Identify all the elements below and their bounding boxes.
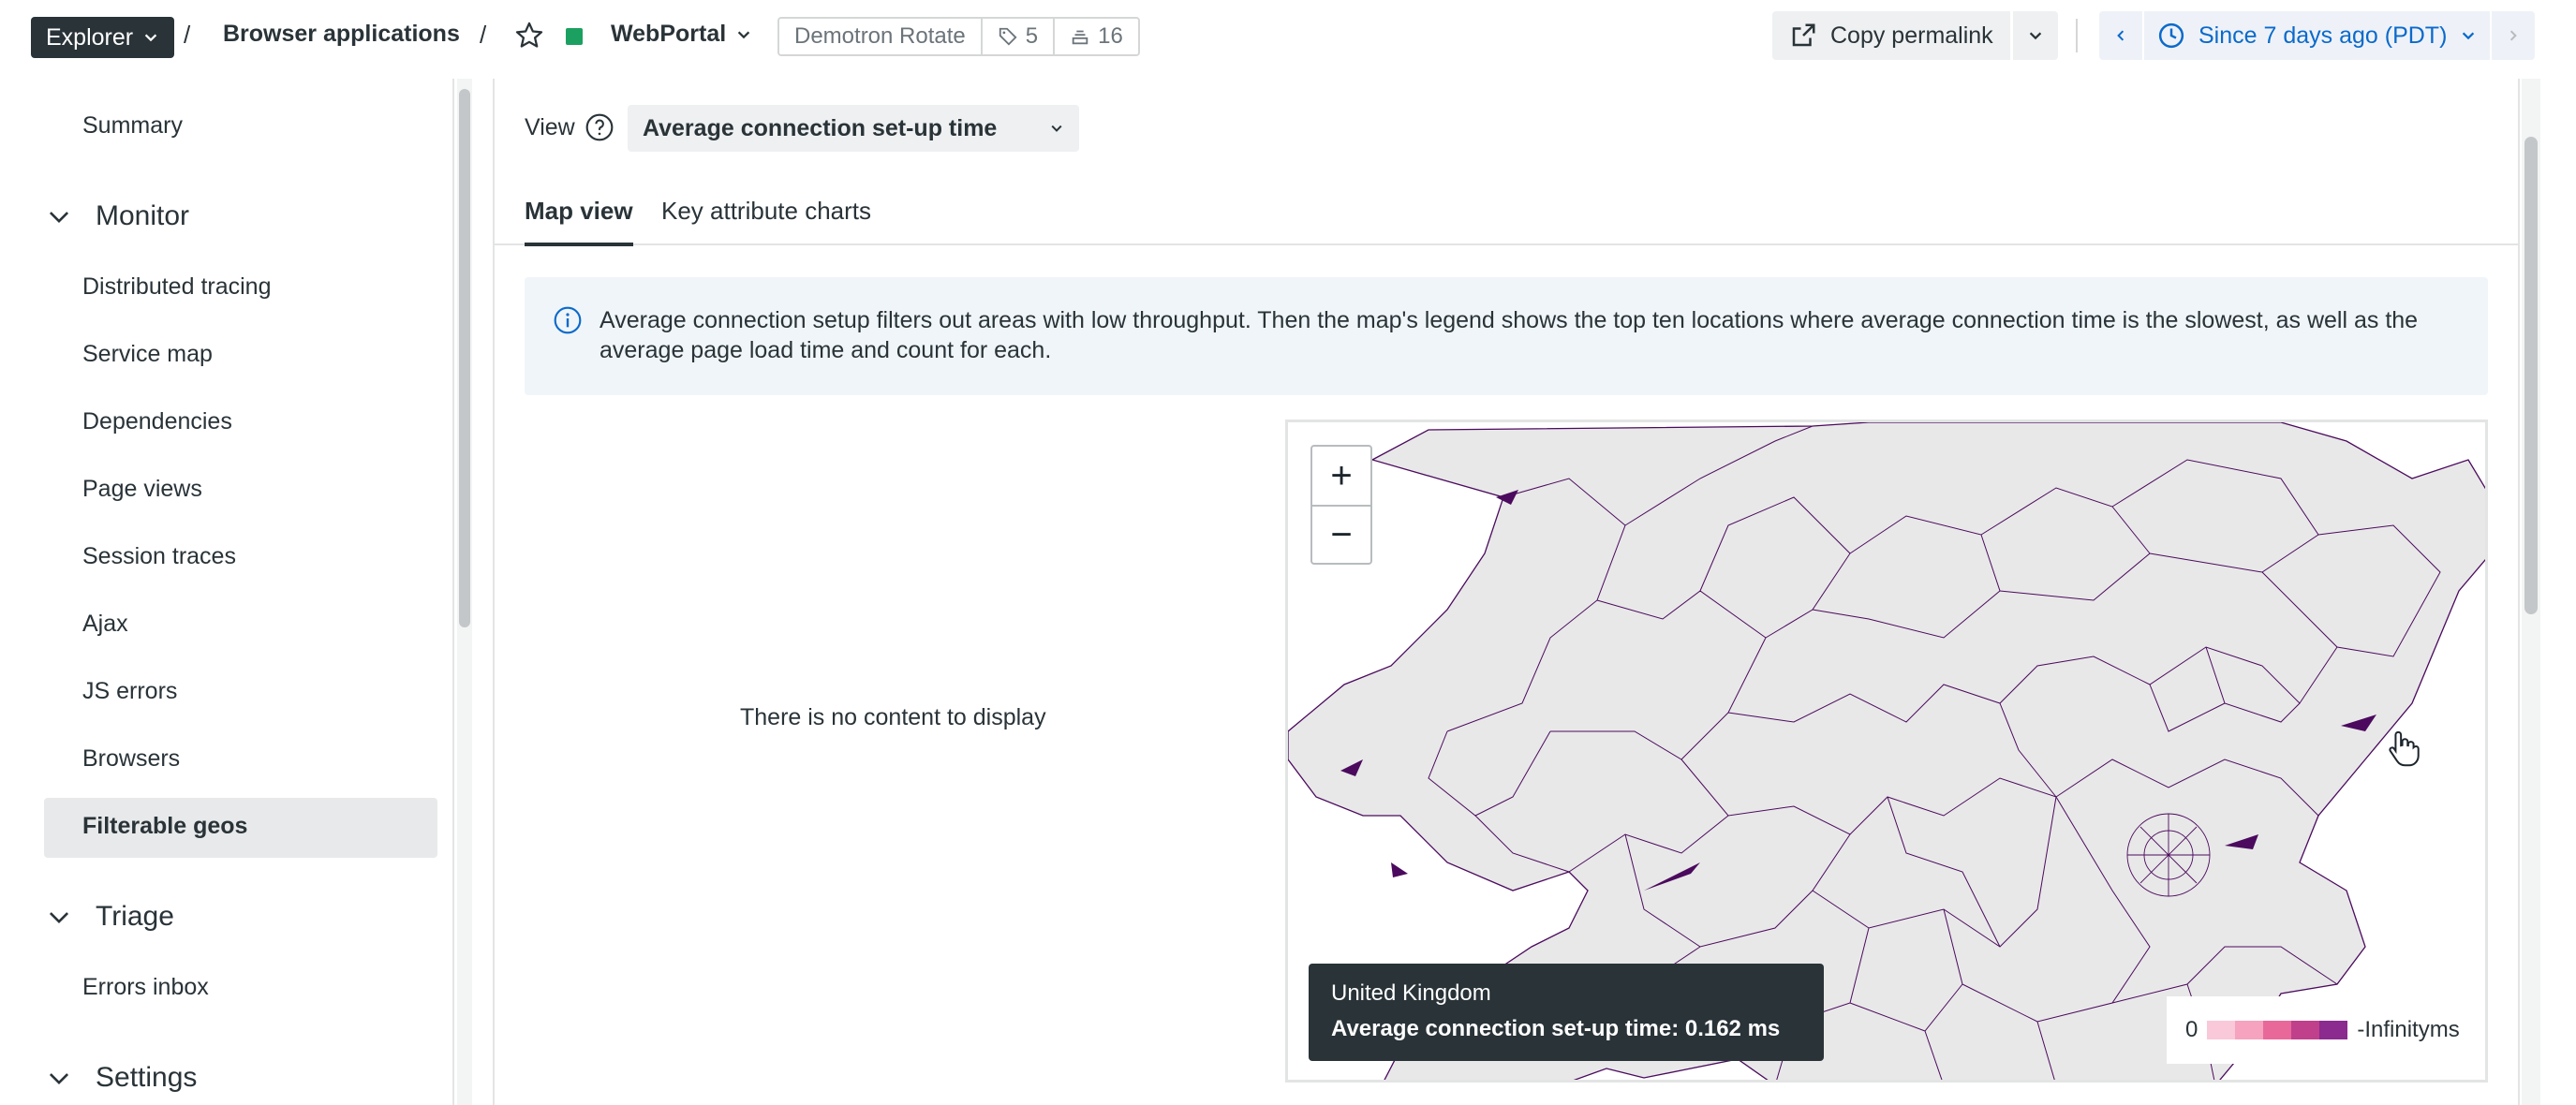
tab-key-attribute-charts[interactable]: Key attribute charts xyxy=(661,197,871,243)
sidebar-nav: Summary Monitor Distributed tracing Serv… xyxy=(28,79,454,1105)
info-icon xyxy=(554,306,582,334)
tag-segment[interactable]: Demotron Rotate xyxy=(779,19,981,54)
sidebar-item-summary[interactable]: Summary xyxy=(82,112,183,140)
chevron-down-icon xyxy=(737,31,750,38)
view-label: View xyxy=(525,113,575,140)
info-text: Average connection setup filters out are… xyxy=(600,307,2419,363)
view-select[interactable]: Average connection set-up time xyxy=(628,105,1079,152)
sidebar-item-filterable-geos[interactable]: Filterable geos xyxy=(82,813,247,840)
london-cluster xyxy=(2126,813,2211,897)
entity-meta-pill: Demotron Rotate 5 16 xyxy=(777,17,1140,56)
legend-swatch xyxy=(2291,1021,2320,1039)
chevron-down-icon xyxy=(2463,32,2475,40)
zoom-out-button[interactable]: − xyxy=(1312,505,1370,563)
app-status-indicator xyxy=(566,28,583,45)
view-select-value: Average connection set-up time xyxy=(643,114,998,141)
group-label: Triage xyxy=(96,901,174,932)
tags-segment[interactable]: 5 xyxy=(980,19,1053,54)
app-name: WebPortal xyxy=(611,21,727,47)
group-label: Monitor xyxy=(96,200,190,231)
chevron-down-icon xyxy=(49,1073,69,1085)
time-next-button[interactable] xyxy=(2492,11,2535,60)
permalink-group: Copy permalink xyxy=(1772,11,2058,60)
top-bar: Explorer / Browser applications / WebPor… xyxy=(0,0,2576,69)
empty-state-message: There is no content to display xyxy=(740,704,1046,730)
entities-segment[interactable]: 16 xyxy=(1053,19,1138,54)
zoom-in-button[interactable]: + xyxy=(1312,447,1370,505)
breadcrumb-browser-applications[interactable]: Browser applications xyxy=(223,21,460,48)
chevron-down-icon xyxy=(2029,32,2041,40)
sidebar-item-session-traces[interactable]: Session traces xyxy=(82,543,236,570)
tags-count: 5 xyxy=(1025,23,1039,49)
chevron-down-icon xyxy=(1051,125,1062,132)
tooltip-region: United Kingdom xyxy=(1331,980,1491,1006)
chevron-down-icon xyxy=(144,34,157,42)
chevron-right-icon xyxy=(2510,30,2518,41)
sidebar-group-triage[interactable]: Triage xyxy=(47,901,174,933)
sidebar-item-browsers[interactable]: Browsers xyxy=(82,745,180,773)
help-icon[interactable] xyxy=(585,112,614,142)
sidebar-item-page-views[interactable]: Page views xyxy=(82,476,202,503)
divider xyxy=(2076,19,2078,52)
chevron-down-icon xyxy=(49,212,69,224)
permalink-options-button[interactable] xyxy=(2012,11,2058,60)
legend-swatch xyxy=(2263,1021,2292,1039)
star-icon[interactable] xyxy=(513,20,545,52)
zoom-control: + − xyxy=(1310,445,1372,565)
breadcrumb-separator: / xyxy=(184,21,191,49)
tag-icon xyxy=(999,27,1017,46)
main-scrollbar-thumb[interactable] xyxy=(2524,137,2538,614)
tag-name: Demotron Rotate xyxy=(794,23,966,49)
sidebar-item-dependencies[interactable]: Dependencies xyxy=(82,408,232,435)
copy-permalink-label: Copy permalink xyxy=(1830,22,1993,49)
map-tooltip: United Kingdom Average connection set-up… xyxy=(1309,964,1824,1061)
sidebar-item-distributed-tracing[interactable]: Distributed tracing xyxy=(82,273,271,301)
view-label-group: View xyxy=(525,112,614,142)
hand-pointer-icon xyxy=(2389,730,2420,767)
chevron-left-icon xyxy=(2117,30,2124,41)
group-label: Settings xyxy=(96,1062,198,1093)
time-range-button[interactable]: Since 7 days ago (PDT) xyxy=(2142,11,2493,60)
sidebar-item-ajax[interactable]: Ajax xyxy=(82,611,128,638)
chevron-down-icon xyxy=(49,912,69,924)
legend-color-scale xyxy=(2207,1021,2348,1039)
sidebar-item-errors-inbox[interactable]: Errors inbox xyxy=(82,974,209,1001)
sidebar-scrollbar-thumb[interactable] xyxy=(459,89,470,627)
clock-icon xyxy=(2158,22,2184,49)
legend-swatch xyxy=(2319,1021,2348,1039)
sidebar-group-monitor[interactable]: Monitor xyxy=(47,200,189,232)
explorer-button[interactable]: Explorer xyxy=(31,17,175,58)
time-previous-button[interactable] xyxy=(2099,11,2142,60)
legend-min: 0 xyxy=(2185,1017,2198,1042)
legend-max: -Infinityms xyxy=(2357,1017,2460,1042)
geo-map[interactable]: + − United Kingdom Average connection se… xyxy=(1285,420,2488,1083)
app-name-dropdown[interactable]: WebPortal xyxy=(611,21,752,48)
time-picker: Since 7 days ago (PDT) xyxy=(2099,11,2536,60)
legend-swatch xyxy=(2207,1021,2236,1039)
sidebar-group-settings[interactable]: Settings xyxy=(47,1062,197,1094)
stack-icon xyxy=(1072,30,1088,45)
share-link-icon xyxy=(1792,23,1815,47)
info-banner: Average connection setup filters out are… xyxy=(525,277,2488,395)
tab-map-view[interactable]: Map view xyxy=(525,197,633,246)
sidebar-item-service-map[interactable]: Service map xyxy=(82,341,213,368)
breadcrumb-separator: / xyxy=(480,21,487,49)
map-legend: 0 -Infinityms xyxy=(2167,996,2485,1064)
explorer-label: Explorer xyxy=(46,23,134,51)
entities-count: 16 xyxy=(1098,23,1123,49)
time-range-label: Since 7 days ago (PDT) xyxy=(2198,22,2448,49)
sidebar-item-js-errors[interactable]: JS errors xyxy=(82,678,177,705)
tooltip-metric: Average connection set-up time: 0.162 ms xyxy=(1331,1016,1781,1041)
tab-bar: Map view Key attribute charts xyxy=(495,184,2518,246)
copy-permalink-button[interactable]: Copy permalink xyxy=(1772,11,2010,60)
legend-swatch xyxy=(2235,1021,2264,1039)
